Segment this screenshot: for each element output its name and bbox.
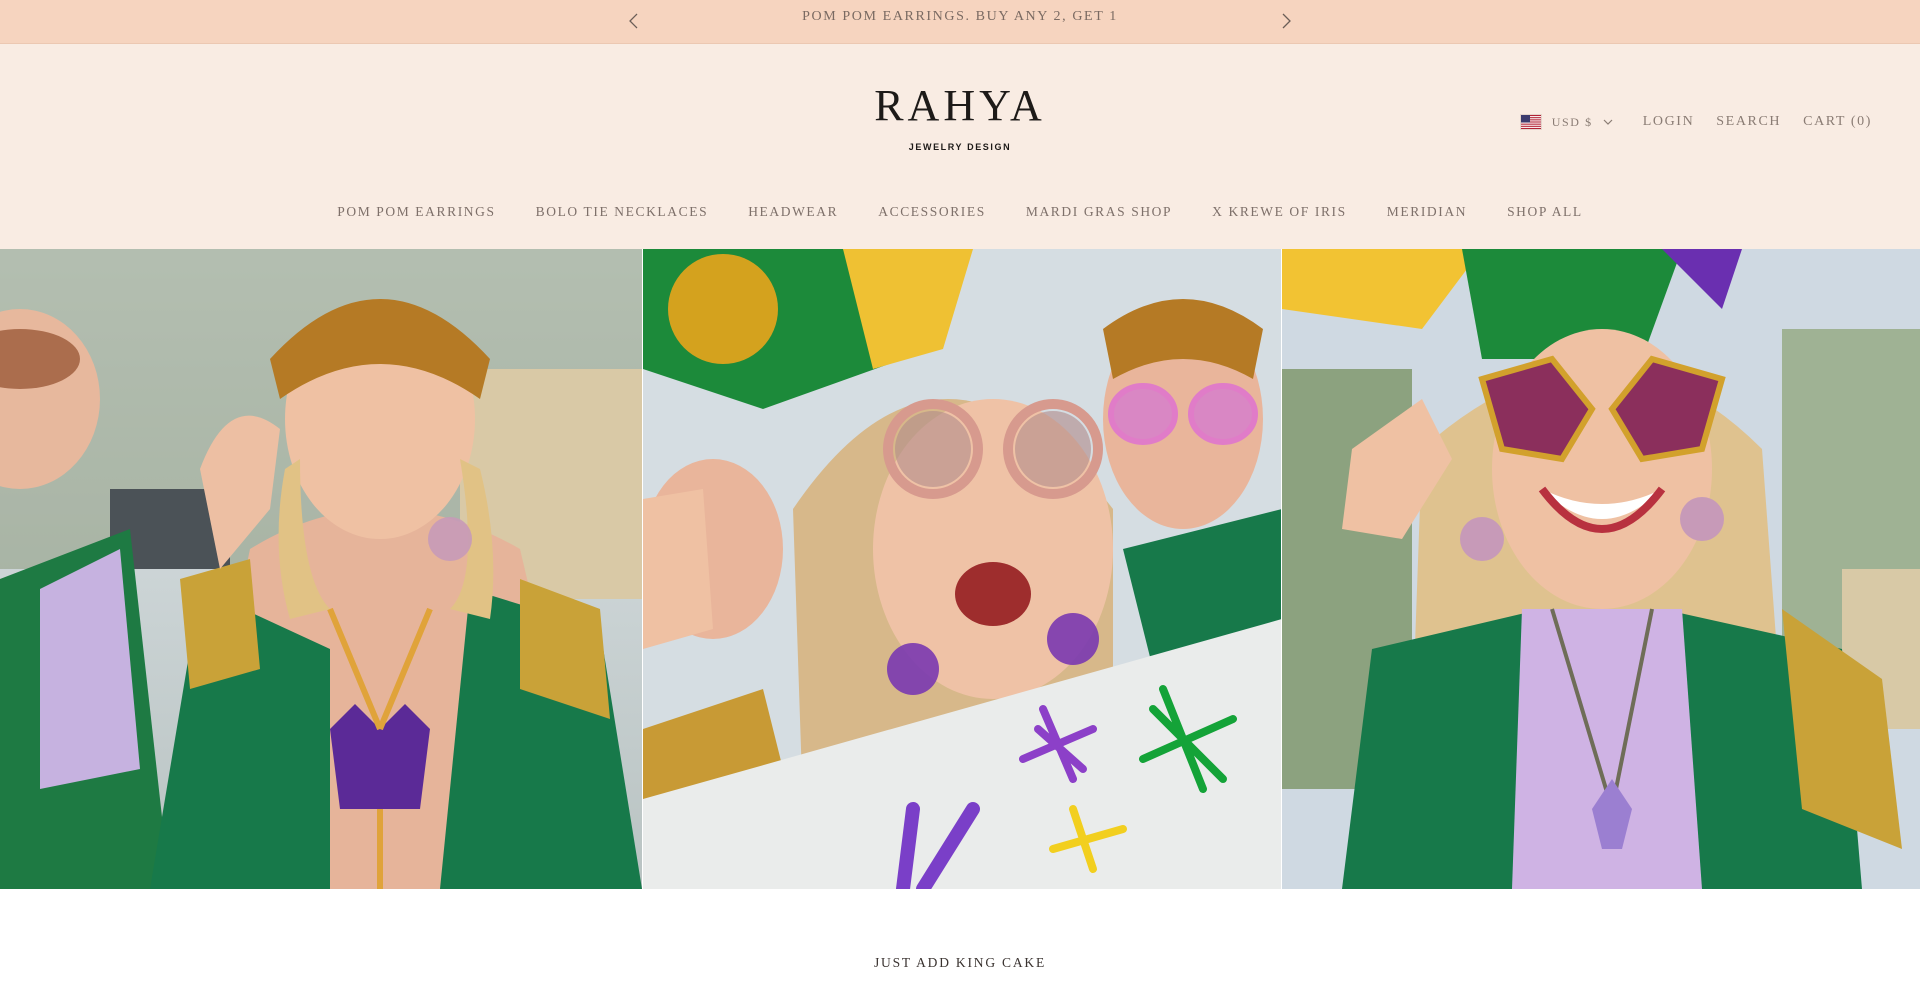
nav-item-accessories[interactable]: ACCESSORIES — [878, 204, 986, 220]
nav-item-mardi-gras-shop[interactable]: MARDI GRAS SHOP — [1026, 204, 1172, 220]
nav-item-shop-all[interactable]: SHOP ALL — [1507, 204, 1583, 220]
main-navigation: POM POM EARRINGS BOLO TIE NECKLACES HEAD… — [0, 204, 1920, 220]
hero-image-3 — [1282, 249, 1920, 889]
chevron-right-icon[interactable] — [1276, 11, 1296, 31]
nav-item-headwear[interactable]: HEADWEAR — [748, 204, 838, 220]
announcement-bar: POM POM EARRINGS. BUY ANY 2, GET 1 — [0, 0, 1920, 44]
hero-image-2 — [642, 249, 1283, 889]
login-link[interactable]: LOGIN — [1643, 114, 1695, 130]
announcement-text[interactable]: POM POM EARRINGS. BUY ANY 2, GET 1 — [0, 9, 1920, 25]
utility-nav: USD $ LOGIN SEARCH CART (0) — [1519, 114, 1872, 130]
site-header: RAHYA JEWELRY DESIGN USD $ LOGIN SEARCH … — [0, 44, 1920, 249]
cart-link[interactable]: CART (0) — [1803, 114, 1872, 130]
section-title: JUST ADD KING CAKE — [873, 955, 1047, 970]
nav-item-bolo-tie-necklaces[interactable]: BOLO TIE NECKLACES — [536, 204, 709, 220]
nav-item-meridian[interactable]: MERIDIAN — [1387, 204, 1467, 220]
hero-banner[interactable] — [0, 249, 1920, 889]
brand-tagline: JEWELRY DESIGN — [908, 142, 1012, 152]
nav-item-x-krewe-of-iris[interactable]: X KREWE OF IRIS — [1212, 204, 1347, 220]
us-flag-icon — [1519, 114, 1542, 130]
currency-label: USD $ — [1551, 114, 1593, 129]
chevron-down-icon — [1603, 115, 1613, 130]
nav-item-pom-pom-earrings[interactable]: POM POM EARRINGS — [337, 204, 495, 220]
search-link[interactable]: SEARCH — [1716, 114, 1781, 130]
currency-selector[interactable]: USD $ — [1519, 114, 1613, 130]
featured-section: JUST ADD KING CAKE — [0, 889, 1920, 993]
hero-image-1 — [0, 249, 643, 889]
